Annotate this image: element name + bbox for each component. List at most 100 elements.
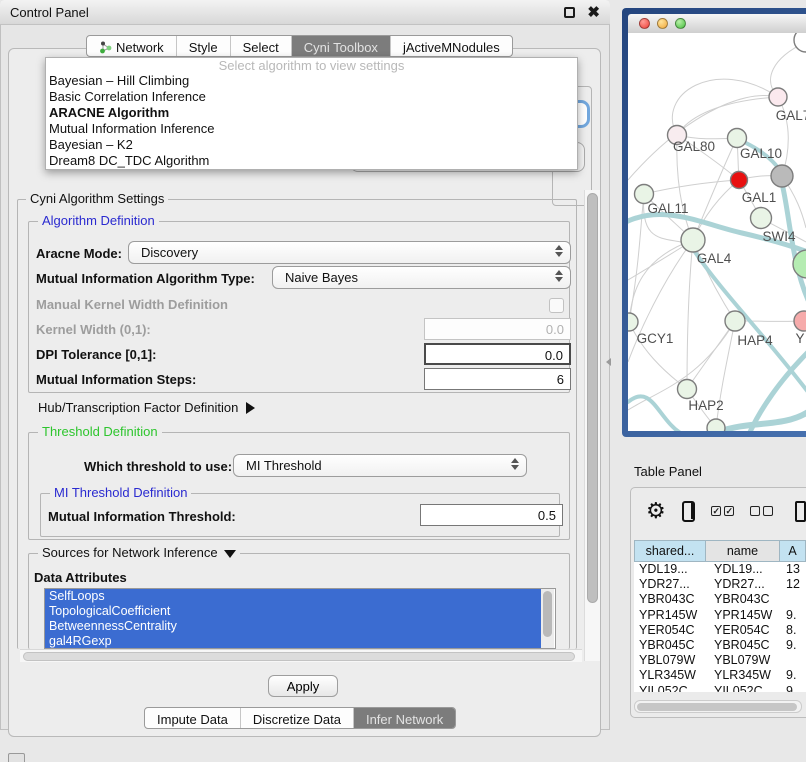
network-edge[interactable] (687, 240, 693, 389)
table-horizontal-scrollbar[interactable] (634, 700, 802, 713)
table-row[interactable]: YDL19...YDL19...13 (634, 562, 806, 577)
network-node[interactable] (731, 172, 748, 189)
mi-steps-field[interactable]: 6 (424, 368, 571, 390)
network-tab-icon (99, 41, 112, 54)
network-node[interactable] (707, 419, 725, 431)
network-edge[interactable] (677, 97, 778, 135)
attributes-list-scrollbar[interactable] (541, 589, 554, 648)
table-row[interactable]: YBL079WYBL079W (634, 653, 806, 668)
mi-type-combo[interactable]: Naive Bayes (272, 266, 571, 289)
network-edge[interactable] (672, 79, 778, 135)
tab-select[interactable]: Select (231, 36, 292, 56)
network-node[interactable] (681, 228, 705, 252)
table-row[interactable]: YBR045CYBR045C9. (634, 638, 806, 653)
which-threshold-label: Which threshold to use: (84, 459, 232, 474)
network-node-label: HAP2 (688, 398, 723, 413)
network-node[interactable] (794, 33, 806, 52)
data-attribute-item[interactable]: gal4RGexp (45, 634, 542, 649)
tab-cyni-toolbox[interactable]: Cyni Toolbox (292, 36, 391, 56)
tab-discretize-data[interactable]: Discretize Data (241, 708, 354, 728)
table-row[interactable]: YPR145WYPR145W9. (634, 608, 806, 623)
aracne-mode-label: Aracne Mode: (36, 246, 122, 261)
data-attribute-item[interactable]: TopologicalCoefficient (45, 604, 542, 619)
algorithm-option[interactable]: Dream8 DC_TDC Algorithm (46, 153, 577, 169)
algorithm-option[interactable]: Bayesian – K2 (46, 137, 577, 153)
apply-button[interactable]: Apply (268, 675, 338, 697)
columns-icon[interactable] (682, 501, 696, 522)
network-node[interactable] (769, 88, 787, 106)
tab-style[interactable]: Style (177, 36, 231, 56)
table-cell: YLR345W (634, 668, 706, 683)
algorithm-option[interactable]: Mutual Information Inference (46, 121, 577, 137)
tab-jactivemnodules[interactable]: jActiveMNodules (391, 36, 512, 56)
table-cell: YDR27... (634, 577, 706, 592)
mi-threshold-group-title: MI Threshold Definition (50, 486, 191, 500)
table-cell: YER054C (706, 623, 780, 638)
table-row[interactable]: YBR043CYBR043C (634, 592, 806, 607)
data-attribute-item[interactable]: BetweennessCentrality (45, 619, 542, 634)
network-edge-highlighted[interactable] (628, 396, 682, 431)
bottom-left-panel-icon[interactable] (8, 753, 25, 762)
network-node[interactable] (794, 311, 806, 331)
close-window-icon[interactable] (639, 18, 650, 29)
algorithm-option[interactable]: Bayesian – Hill Climbing (46, 73, 577, 89)
table-cell (780, 653, 806, 668)
panel-divider-handle-icon[interactable] (606, 358, 611, 366)
network-edge-highlighted[interactable] (718, 412, 806, 431)
network-edge[interactable] (628, 96, 778, 180)
algorithm-option[interactable]: Basic Correlation Inference (46, 89, 577, 105)
minimize-window-icon[interactable] (657, 18, 668, 29)
data-attribute-item[interactable]: SelfLoops (45, 589, 542, 604)
aracne-mode-combo[interactable]: Discovery (128, 241, 571, 264)
zoom-window-icon[interactable] (675, 18, 686, 29)
gear-icon[interactable]: ⚙ (646, 500, 666, 522)
sources-group-title[interactable]: Sources for Network Inference (38, 546, 240, 560)
algorithm-option[interactable]: ARACNE Algorithm (46, 105, 577, 121)
combo-stepper-icon (555, 245, 563, 257)
network-edge[interactable] (629, 194, 644, 322)
hub-definition-disclosure[interactable]: Hub/Transcription Factor Definition (38, 400, 255, 415)
deselect-all-columns-icon[interactable] (750, 506, 773, 516)
dpi-tolerance-field[interactable]: 0.0 (424, 343, 571, 365)
tab-network[interactable]: Network (87, 36, 177, 56)
network-node[interactable] (628, 313, 638, 331)
table-cell: 9. (780, 668, 806, 683)
network-window-titlebar[interactable] (628, 14, 806, 33)
close-panel-icon[interactable]: ✖ (587, 7, 600, 18)
network-edge[interactable] (644, 180, 739, 194)
network-node[interactable] (725, 311, 745, 331)
table-row[interactable]: YIL052CYIL052C9. (634, 684, 806, 693)
sources-title-text: Sources for Network Inference (42, 545, 218, 560)
table-panel-toolbar: ⚙ ✓✓ (630, 487, 806, 535)
settings-horizontal-scrollbar[interactable] (20, 649, 582, 662)
node-table: shared...nameA YDL19...YDL19...13YDR27..… (634, 540, 806, 692)
settings-vertical-scrollbar[interactable] (584, 190, 600, 661)
data-attributes-list[interactable]: SelfLoopsTopologicalCoefficientBetweenne… (44, 588, 556, 649)
select-all-columns-icon[interactable]: ✓✓ (711, 506, 734, 516)
mi-threshold-field[interactable]: 0.5 (420, 504, 563, 526)
table-cell: 12 (780, 577, 806, 592)
table-cell: YBR043C (634, 592, 706, 607)
manual-kernel-checkbox[interactable] (549, 298, 564, 313)
tab-infer-network[interactable]: Infer Network (354, 708, 455, 728)
network-node-label: GCY1 (637, 331, 674, 346)
network-node[interactable] (771, 165, 793, 187)
table-cell: YBR043C (706, 592, 780, 607)
column-header[interactable]: name (706, 540, 780, 562)
tab-impute-data[interactable]: Impute Data (145, 708, 241, 728)
network-node[interactable] (751, 208, 772, 229)
new-table-icon[interactable] (795, 501, 806, 522)
column-header[interactable]: A (780, 540, 806, 562)
network-node[interactable] (678, 380, 697, 399)
network-node[interactable] (728, 129, 747, 148)
table-row[interactable]: YDR27...YDR27...12 (634, 577, 806, 592)
table-cell (780, 592, 806, 607)
which-threshold-combo[interactable]: MI Threshold (233, 454, 527, 477)
float-window-icon[interactable] (564, 7, 575, 18)
network-canvas[interactable]: GAL7GAL80GAL10GAL1GAL11SWI4GAL4GCY1HAP4Y… (628, 33, 806, 431)
table-row[interactable]: YER054CYER054C8. (634, 623, 806, 638)
column-header[interactable]: shared... (634, 540, 706, 562)
table-row[interactable]: YLR345WYLR345W9. (634, 668, 806, 683)
table-cell: YBL079W (706, 653, 780, 668)
mi-type-label: Mutual Information Algorithm Type: (36, 271, 255, 286)
